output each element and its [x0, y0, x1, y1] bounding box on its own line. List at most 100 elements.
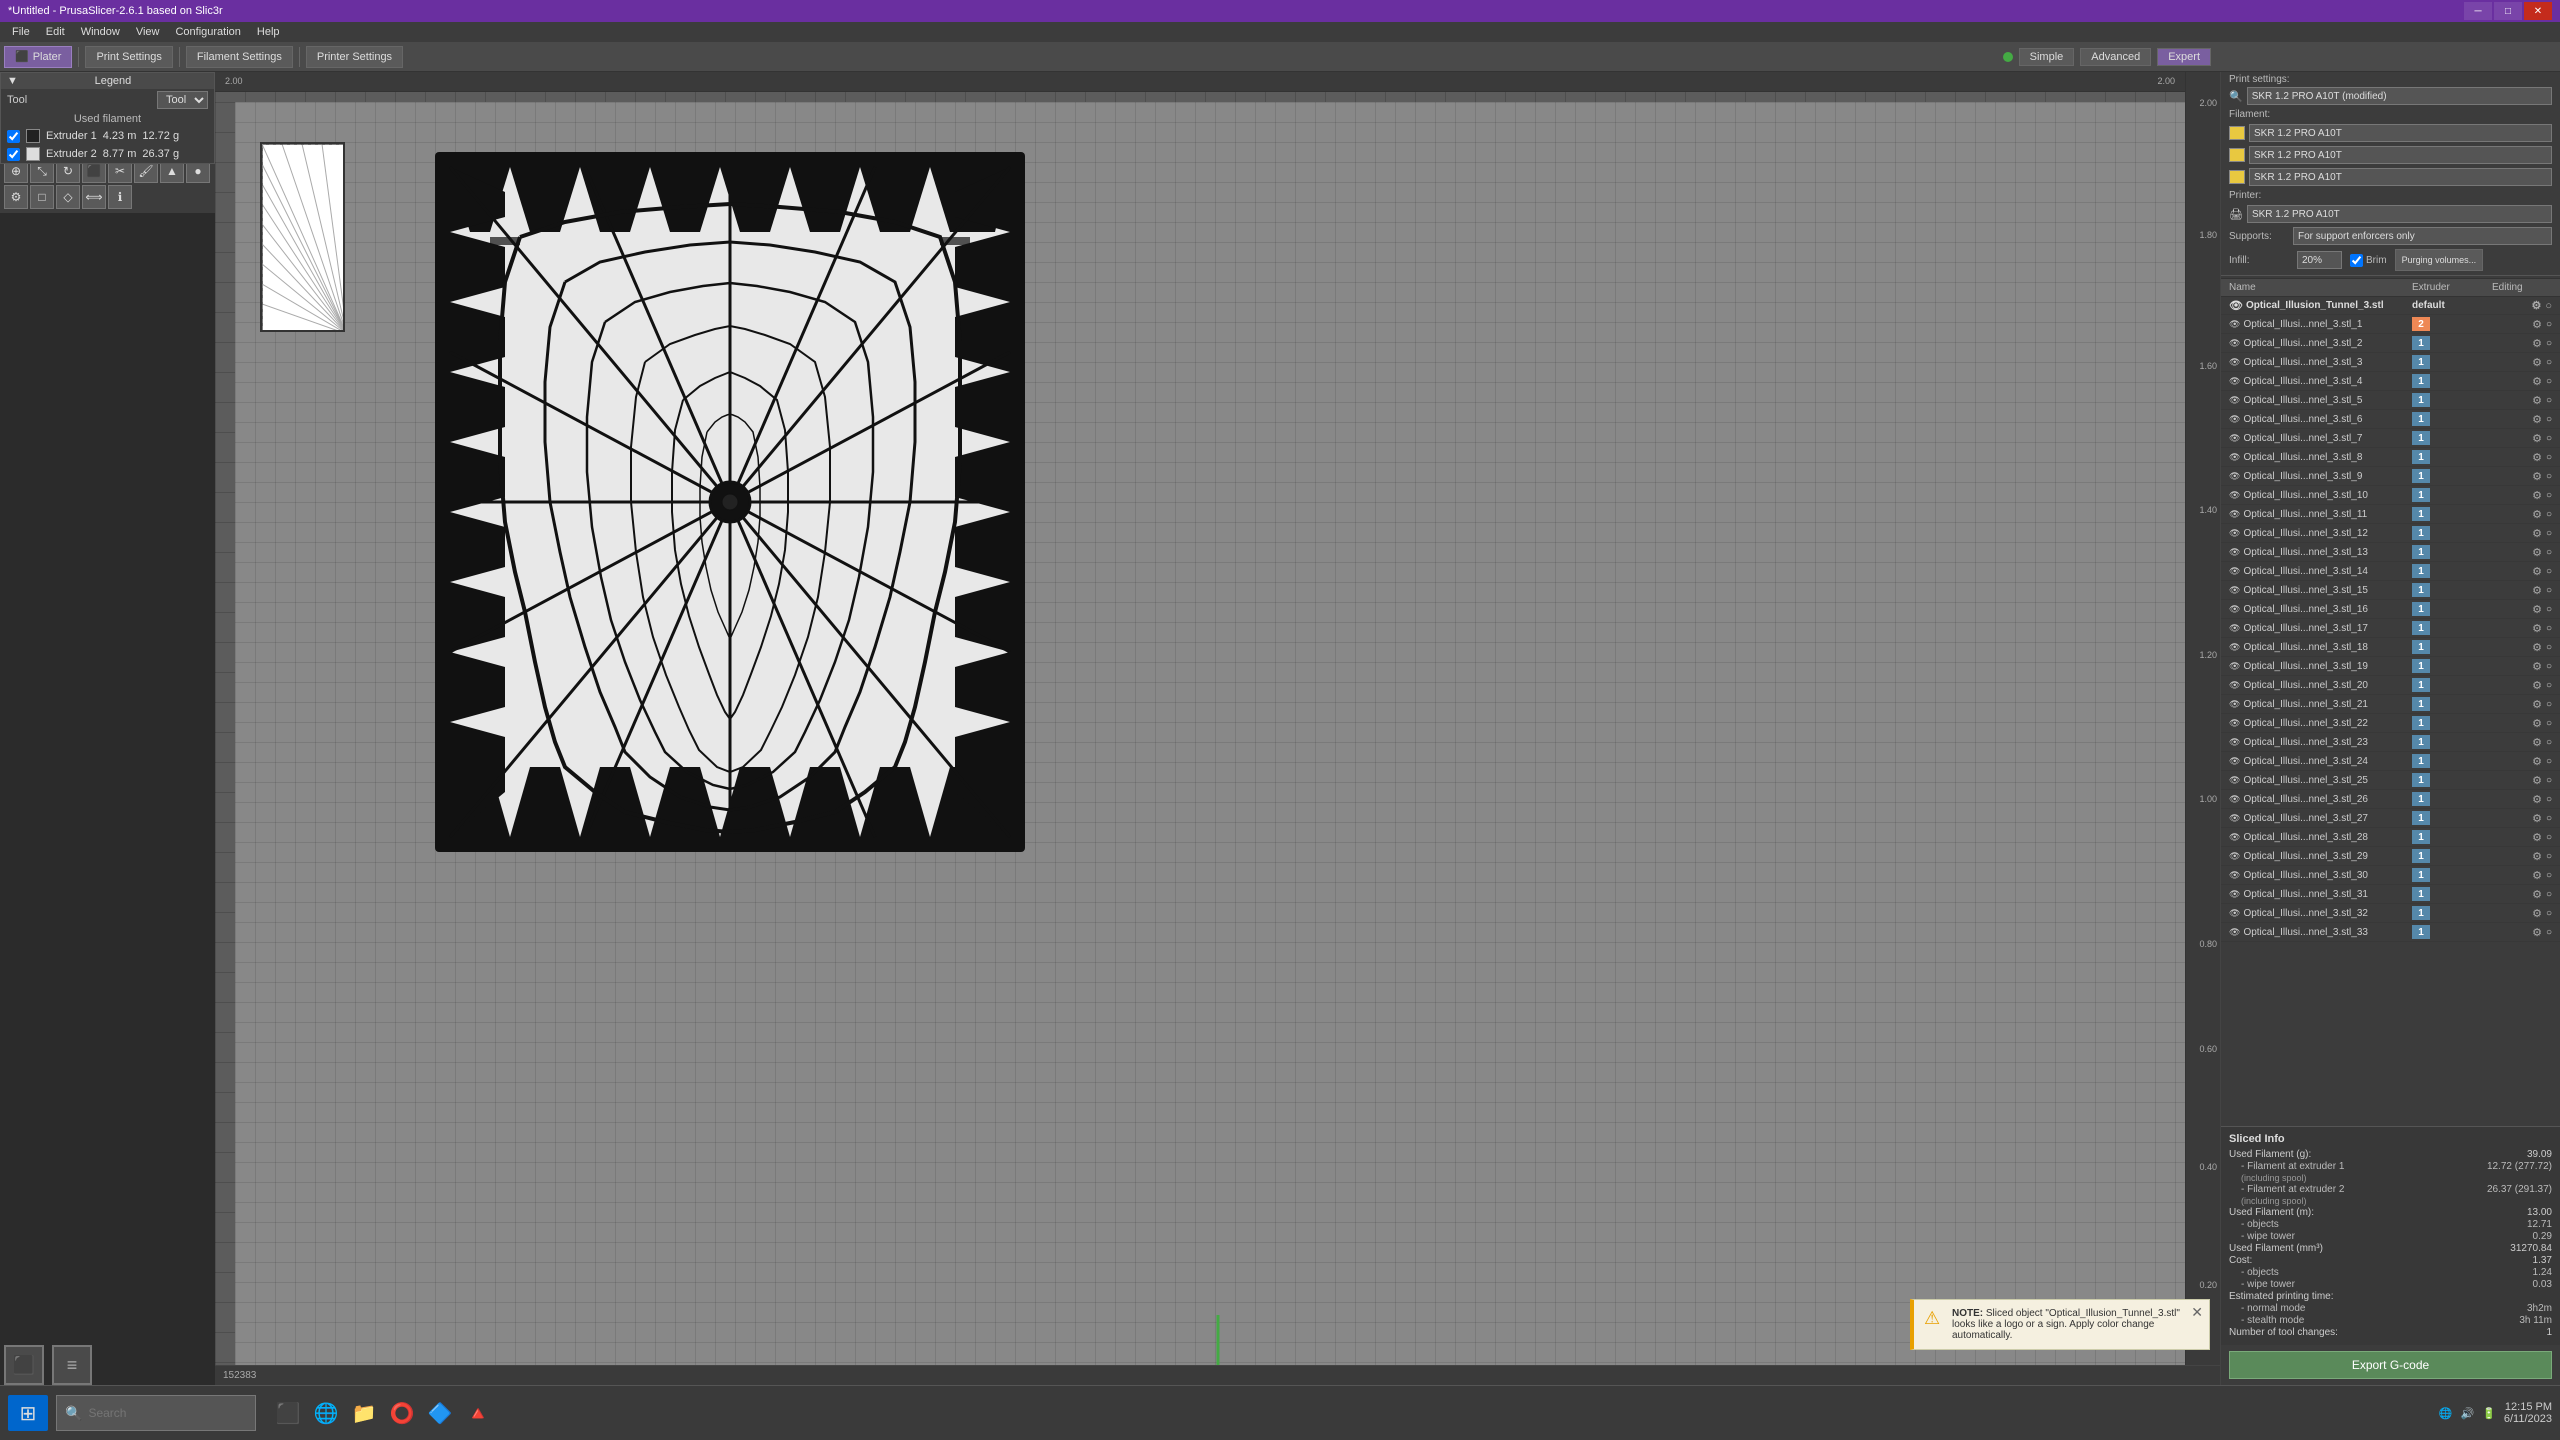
obj-eye-icon-12[interactable]: 👁 — [2229, 528, 2240, 539]
obj-settings-icon-17[interactable]: ⚙ — [2532, 622, 2542, 635]
obj-settings-icon-24[interactable]: ⚙ — [2532, 755, 2542, 768]
obj-settings-icon-18[interactable]: ⚙ — [2532, 641, 2542, 654]
obj-eye-icon-24[interactable]: 👁 — [2229, 756, 2240, 767]
obj-circle-icon-1[interactable]: ○ — [2546, 319, 2552, 330]
root-object-row[interactable]: 👁 Optical_Illusion_Tunnel_3.stl default … — [2221, 297, 2560, 315]
obj-circle-icon-30[interactable]: ○ — [2546, 870, 2552, 881]
obj-settings-icon-5[interactable]: ⚙ — [2532, 394, 2542, 407]
obj-settings-icon-9[interactable]: ⚙ — [2532, 470, 2542, 483]
obj-circle-icon-33[interactable]: ○ — [2546, 927, 2552, 938]
printer-selector[interactable] — [2247, 205, 2552, 223]
obj-circle-icon-29[interactable]: ○ — [2546, 851, 2552, 862]
object-row-8[interactable]: 👁 Optical_Illusi...nnel_3.stl_8 1 ⚙ ○ — [2221, 448, 2560, 467]
obj-settings-icon-22[interactable]: ⚙ — [2532, 717, 2542, 730]
obj-circle-icon-6[interactable]: ○ — [2546, 414, 2552, 425]
brim-checkbox[interactable] — [2350, 254, 2363, 267]
obj-settings-icon-21[interactable]: ⚙ — [2532, 698, 2542, 711]
obj-circle-icon-2[interactable]: ○ — [2546, 338, 2552, 349]
obj-eye-icon-27[interactable]: 👁 — [2229, 813, 2240, 824]
obj-eye-icon-2[interactable]: 👁 — [2229, 338, 2240, 349]
tool-settings[interactable]: ⚙ — [4, 185, 28, 209]
obj-settings-icon-32[interactable]: ⚙ — [2532, 907, 2542, 920]
taskbar-icon-3[interactable]: 📁 — [348, 1397, 380, 1429]
object-row-19[interactable]: 👁 Optical_Illusi...nnel_3.stl_19 1 ⚙ ○ — [2221, 657, 2560, 676]
obj-settings-icon-29[interactable]: ⚙ — [2532, 850, 2542, 863]
object-row-20[interactable]: 👁 Optical_Illusi...nnel_3.stl_20 1 ⚙ ○ — [2221, 676, 2560, 695]
object-row-4[interactable]: 👁 Optical_Illusi...nnel_3.stl_4 1 ⚙ ○ — [2221, 372, 2560, 391]
obj-eye-icon-21[interactable]: 👁 — [2229, 699, 2240, 710]
sliced-view-button[interactable]: ≡ — [52, 1345, 92, 1385]
obj-circle-icon-22[interactable]: ○ — [2546, 718, 2552, 729]
obj-eye-icon-1[interactable]: 👁 — [2229, 319, 2240, 330]
object-row-5[interactable]: 👁 Optical_Illusi...nnel_3.stl_5 1 ⚙ ○ — [2221, 391, 2560, 410]
obj-eye-icon-11[interactable]: 👁 — [2229, 509, 2240, 520]
object-row-33[interactable]: 👁 Optical_Illusi...nnel_3.stl_33 1 ⚙ ○ — [2221, 923, 2560, 942]
eye-icon[interactable]: 👁 — [2229, 299, 2243, 312]
object-row-24[interactable]: 👁 Optical_Illusi...nnel_3.stl_24 1 ⚙ ○ — [2221, 752, 2560, 771]
object-row-7[interactable]: 👁 Optical_Illusi...nnel_3.stl_7 1 ⚙ ○ — [2221, 429, 2560, 448]
purging-volumes-button[interactable]: Purging volumes... — [2395, 249, 2484, 271]
object-row-12[interactable]: 👁 Optical_Illusi...nnel_3.stl_12 1 ⚙ ○ — [2221, 524, 2560, 543]
obj-eye-icon-28[interactable]: 👁 — [2229, 832, 2240, 843]
menu-view[interactable]: View — [128, 24, 168, 40]
obj-circle-icon-24[interactable]: ○ — [2546, 756, 2552, 767]
obj-circle-icon-21[interactable]: ○ — [2546, 699, 2552, 710]
advanced-mode-button[interactable]: Advanced — [2080, 48, 2151, 66]
obj-circle-icon-26[interactable]: ○ — [2546, 794, 2552, 805]
obj-eye-icon-22[interactable]: 👁 — [2229, 718, 2240, 729]
tool-mirror[interactable]: ⟺ — [82, 185, 106, 209]
menu-edit[interactable]: Edit — [38, 24, 73, 40]
object-row-28[interactable]: 👁 Optical_Illusi...nnel_3.stl_28 1 ⚙ ○ — [2221, 828, 2560, 847]
obj-settings-icon-8[interactable]: ⚙ — [2532, 451, 2542, 464]
object-row-23[interactable]: 👁 Optical_Illusi...nnel_3.stl_23 1 ⚙ ○ — [2221, 733, 2560, 752]
obj-eye-icon-14[interactable]: 👁 — [2229, 566, 2240, 577]
object-row-6[interactable]: 👁 Optical_Illusi...nnel_3.stl_6 1 ⚙ ○ — [2221, 410, 2560, 429]
obj-settings-icon-12[interactable]: ⚙ — [2532, 527, 2542, 540]
maximize-button[interactable]: □ — [2494, 2, 2522, 20]
obj-settings-icon-25[interactable]: ⚙ — [2532, 774, 2542, 787]
obj-eye-icon-25[interactable]: 👁 — [2229, 775, 2240, 786]
obj-settings-icon-16[interactable]: ⚙ — [2532, 603, 2542, 616]
obj-eye-icon-6[interactable]: 👁 — [2229, 414, 2240, 425]
tool-orient[interactable]: ◇ — [56, 185, 80, 209]
obj-eye-icon-17[interactable]: 👁 — [2229, 623, 2240, 634]
obj-settings-icon-20[interactable]: ⚙ — [2532, 679, 2542, 692]
obj-circle-icon-17[interactable]: ○ — [2546, 623, 2552, 634]
obj-eye-icon-23[interactable]: 👁 — [2229, 737, 2240, 748]
printer-settings-button[interactable]: Printer Settings — [306, 46, 403, 68]
object-row-30[interactable]: 👁 Optical_Illusi...nnel_3.stl_30 1 ⚙ ○ — [2221, 866, 2560, 885]
obj-settings-icon-28[interactable]: ⚙ — [2532, 831, 2542, 844]
taskbar-icon-5[interactable]: 🔷 — [424, 1397, 456, 1429]
object-row-9[interactable]: 👁 Optical_Illusi...nnel_3.stl_9 1 ⚙ ○ — [2221, 467, 2560, 486]
object-row-14[interactable]: 👁 Optical_Illusi...nnel_3.stl_14 1 ⚙ ○ — [2221, 562, 2560, 581]
tool-fdm[interactable]: □ — [30, 185, 54, 209]
obj-circle-icon-25[interactable]: ○ — [2546, 775, 2552, 786]
obj-eye-icon-29[interactable]: 👁 — [2229, 851, 2240, 862]
filament-selector-1[interactable] — [2249, 124, 2552, 142]
obj-settings-icon-19[interactable]: ⚙ — [2532, 660, 2542, 673]
close-button[interactable]: ✕ — [2524, 2, 2552, 20]
infill-input[interactable] — [2297, 251, 2342, 269]
obj-settings-icon-26[interactable]: ⚙ — [2532, 793, 2542, 806]
obj-settings-icon-27[interactable]: ⚙ — [2532, 812, 2542, 825]
taskbar-icon-prusaslicer[interactable]: 🔺 — [462, 1397, 494, 1429]
obj-eye-icon-32[interactable]: 👁 — [2229, 908, 2240, 919]
print-settings-selector[interactable] — [2247, 87, 2552, 105]
object-row-22[interactable]: 👁 Optical_Illusi...nnel_3.stl_22 1 ⚙ ○ — [2221, 714, 2560, 733]
object-row-16[interactable]: 👁 Optical_Illusi...nnel_3.stl_16 1 ⚙ ○ — [2221, 600, 2560, 619]
obj-circle-icon-8[interactable]: ○ — [2546, 452, 2552, 463]
obj-eye-icon-19[interactable]: 👁 — [2229, 661, 2240, 672]
search-bar[interactable]: 🔍 — [56, 1395, 256, 1431]
object-row-18[interactable]: 👁 Optical_Illusi...nnel_3.stl_18 1 ⚙ ○ — [2221, 638, 2560, 657]
obj-eye-icon-3[interactable]: 👁 — [2229, 357, 2240, 368]
obj-eye-icon-20[interactable]: 👁 — [2229, 680, 2240, 691]
extruder2-checkbox[interactable] — [7, 148, 20, 161]
tool-selector[interactable]: Tool — [157, 91, 208, 109]
expert-mode-button[interactable]: Expert — [2157, 48, 2211, 66]
filament-settings-button[interactable]: Filament Settings — [186, 46, 293, 68]
obj-settings-icon-2[interactable]: ⚙ — [2532, 337, 2542, 350]
object-row-10[interactable]: 👁 Optical_Illusi...nnel_3.stl_10 1 ⚙ ○ — [2221, 486, 2560, 505]
obj-eye-icon-31[interactable]: 👁 — [2229, 889, 2240, 900]
obj-settings-icon-4[interactable]: ⚙ — [2532, 375, 2542, 388]
filament-selector-2[interactable] — [2249, 146, 2552, 164]
